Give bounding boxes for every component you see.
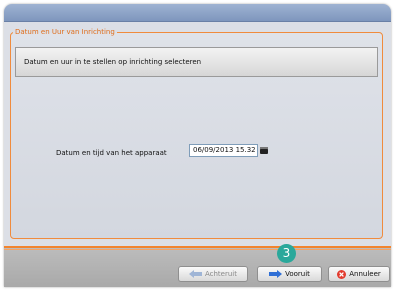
cancel-button-label: Annuleer bbox=[349, 270, 381, 278]
datetime-group: Datum en Uur van Inrichting Datum en uur… bbox=[10, 28, 383, 239]
button-bar: Achteruit Vooruit Annuleer bbox=[4, 246, 391, 287]
arrow-left-icon bbox=[188, 270, 202, 278]
description-text: Datum en uur in te stellen op inrichting… bbox=[24, 58, 202, 66]
cancel-button[interactable]: Annuleer bbox=[328, 266, 390, 282]
description-panel: Datum en uur in te stellen op inrichting… bbox=[15, 47, 378, 77]
calendar-icon[interactable] bbox=[260, 147, 268, 154]
title-bar[interactable] bbox=[4, 4, 391, 22]
back-button[interactable]: Achteruit bbox=[178, 266, 248, 282]
wizard-window: Datum en Uur van Inrichting Datum en uur… bbox=[4, 4, 391, 287]
group-title: Datum en Uur van Inrichting bbox=[15, 28, 115, 36]
back-button-label: Achteruit bbox=[204, 270, 237, 278]
next-button[interactable]: Vooruit bbox=[257, 266, 322, 282]
separator-line bbox=[4, 246, 391, 248]
datetime-field[interactable]: 06/09/2013 15.32 bbox=[189, 144, 258, 157]
wizard-content: Datum en Uur van Inrichting Datum en uur… bbox=[4, 22, 391, 246]
cancel-icon bbox=[337, 269, 347, 279]
next-button-label: Vooruit bbox=[285, 270, 310, 278]
datetime-label: Datum en tijd van het apparaat bbox=[56, 149, 167, 157]
arrow-right-icon bbox=[269, 270, 283, 278]
separator-line-secondary bbox=[4, 249, 391, 250]
step-badge: 3 bbox=[277, 244, 296, 263]
